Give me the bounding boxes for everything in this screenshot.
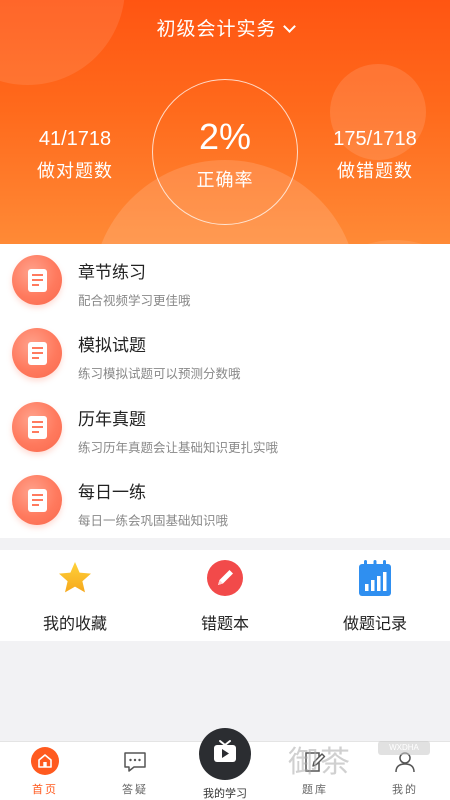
my-favorites-button[interactable]: 我的收藏 xyxy=(0,550,150,641)
tab-label: 我的学习 xyxy=(203,787,247,800)
correct-count-stat: 41/1718 做对题数 xyxy=(10,128,140,183)
document-icon xyxy=(12,475,62,525)
star-icon xyxy=(59,562,91,593)
tab-label: 我的 xyxy=(392,783,418,796)
record-chart-icon xyxy=(359,560,391,596)
wrong-count-stat: 175/1718 做错题数 xyxy=(310,128,440,183)
chevron-down-icon xyxy=(282,20,296,33)
list-item-subtitle: 练习模拟试题可以预测分数哦 xyxy=(78,366,241,381)
document-icon xyxy=(12,255,62,305)
correct-count: 41/1718 xyxy=(38,128,112,150)
document-icon xyxy=(12,328,62,378)
list-item-past-exams[interactable]: 历年真题 练习历年真题会让基础知识更扎实哦 xyxy=(0,391,450,464)
list-item-subtitle: 练习历年真题会让基础知识更扎实哦 xyxy=(78,440,279,455)
tool-label: 做题记录 xyxy=(342,614,407,633)
practice-list: 章节练习 配合视频学习更佳哦 模拟试题 练习模拟试题可以预测分数哦 历年真题 练… xyxy=(0,244,450,538)
course-selector[interactable]: 初级会计实务 xyxy=(0,14,450,41)
list-item-title: 每日一练 xyxy=(78,483,146,503)
decor-circle xyxy=(0,0,125,85)
list-item-title: 历年真题 xyxy=(78,410,146,430)
home-icon xyxy=(31,747,59,775)
tool-label: 我的收藏 xyxy=(42,614,107,633)
tab-label: 首页 xyxy=(32,783,58,796)
list-item-mock-exam[interactable]: 模拟试题 练习模拟试题可以预测分数哦 xyxy=(0,317,450,390)
tab-label: 答疑 xyxy=(122,783,148,796)
list-item-daily-practice[interactable]: 每日一练 每日一练会巩固基础知识哦 xyxy=(0,464,450,537)
wrong-count: 175/1718 xyxy=(333,128,417,150)
document-icon xyxy=(12,402,62,452)
wrong-count-label: 做错题数 xyxy=(337,161,413,182)
tool-label: 错题本 xyxy=(200,614,249,633)
list-item-title: 章节练习 xyxy=(78,263,146,283)
correct-count-label: 做对题数 xyxy=(37,161,113,182)
tab-home[interactable]: 首页 xyxy=(0,742,90,800)
tab-label: 题库 xyxy=(302,783,328,796)
stats-header: 初级会计实务 41/1718 做对题数 2% 正确率 175/1718 做错题数 xyxy=(0,0,450,244)
tab-qa[interactable]: 答疑 xyxy=(90,742,180,800)
correct-rate-value: 2% xyxy=(198,116,252,157)
pencil-icon xyxy=(207,560,243,596)
list-item-chapter-practice[interactable]: 章节练习 配合视频学习更佳哦 xyxy=(0,244,450,317)
tools-row: 我的收藏 错题本 做题记录 xyxy=(0,550,450,641)
chat-icon xyxy=(124,752,146,772)
correct-rate-label: 正确率 xyxy=(196,170,254,191)
practice-record-button[interactable]: 做题记录 xyxy=(300,550,450,641)
play-tv-icon xyxy=(214,740,236,762)
wrong-book-button[interactable]: 错题本 xyxy=(150,550,300,641)
tab-my-learning[interactable] xyxy=(199,728,251,780)
list-item-subtitle: 每日一练会巩固基础知识哦 xyxy=(78,513,229,528)
course-title: 初级会计实务 xyxy=(156,18,277,40)
list-item-subtitle: 配合视频学习更佳哦 xyxy=(78,293,191,308)
watermark-badge: WXDHA xyxy=(378,741,430,755)
watermark: 御茶 xyxy=(288,745,352,780)
list-item-title: 模拟试题 xyxy=(78,336,146,356)
